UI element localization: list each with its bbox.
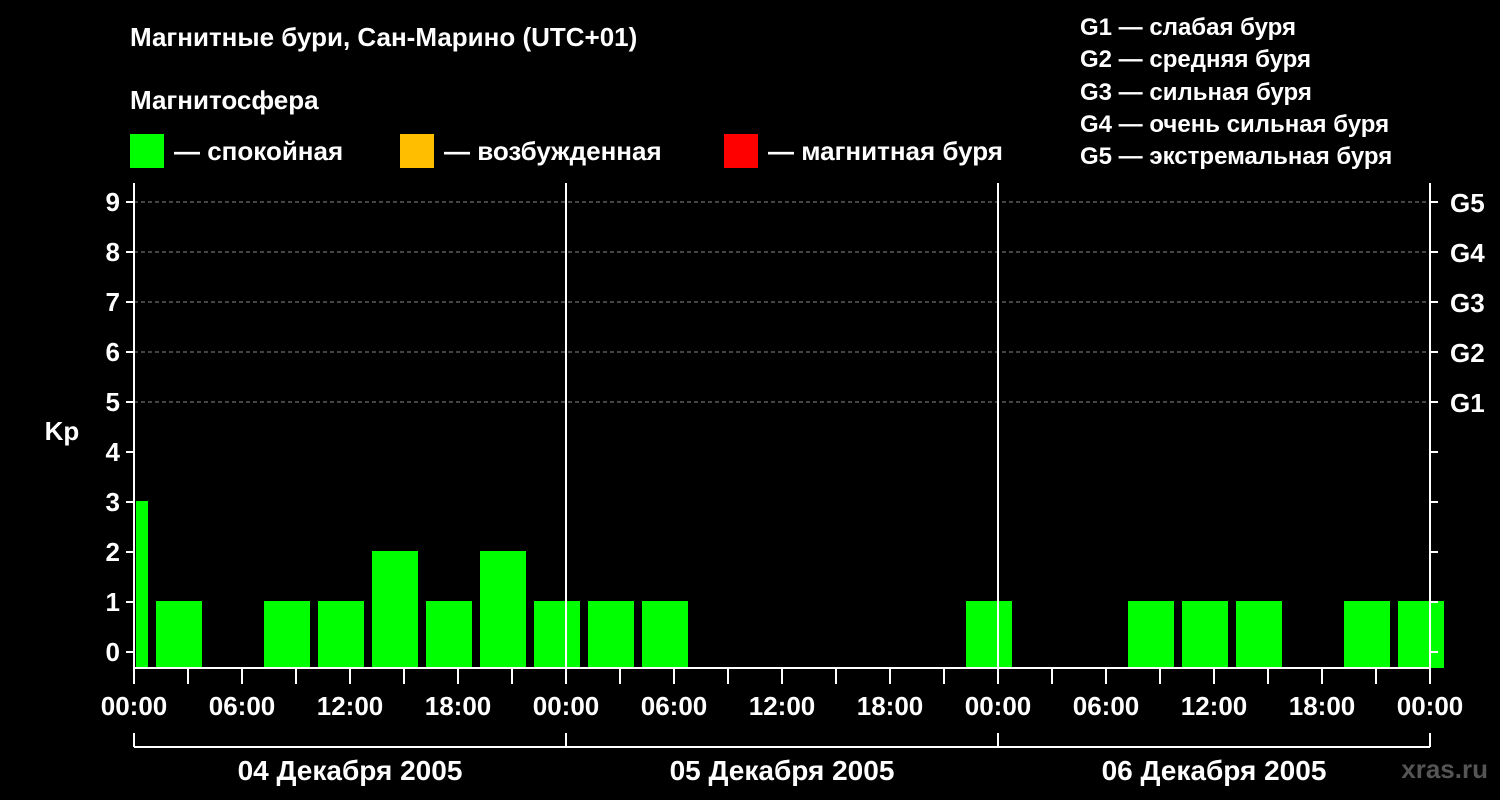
kp-bar [318,601,364,668]
storm-level-axis-label: G5 [1450,188,1485,218]
storm-level-axis-label: G4 [1450,238,1485,268]
y-tick-label: 7 [106,287,120,317]
x-tick-label: 06:00 [641,691,708,721]
x-tick-label: 12:00 [317,691,384,721]
x-tick-label: 12:00 [1181,691,1248,721]
y-tick-label: 5 [106,387,120,417]
y-tick-label: 8 [106,237,120,267]
kp-bar [1398,601,1444,668]
y-tick-label: 1 [106,587,120,617]
kp-bar [1128,601,1174,668]
kp-bar [426,601,472,668]
x-tick-label: 00:00 [533,691,600,721]
day-label: 04 Декабря 2005 [238,755,463,786]
kp-bar [156,601,202,668]
x-tick-label: 12:00 [749,691,816,721]
x-tick-label: 06:00 [209,691,276,721]
kp-bar [642,601,688,668]
watermark: xras.ru [1401,754,1488,784]
y-tick-label: 4 [106,437,121,467]
kp-chart: 0 1 2 3 4 5 6 7 8 9 G1 G2 G3 G4 G5 Kp 00:00 06:00 12:00 18:… [45,183,1485,786]
day-label: 05 Декабря 2005 [670,755,895,786]
kp-bar [966,601,1012,668]
y-axis-label: Kp [45,416,80,446]
day-label: 06 Декабря 2005 [1102,755,1327,786]
kp-bar [588,601,634,668]
storm-level-axis-label: G1 [1450,388,1485,418]
x-tick-label: 00:00 [101,691,168,721]
y-tick-label: 9 [106,187,120,217]
kp-bar [534,601,580,668]
y-tick-label: 3 [106,487,120,517]
kp-bar [1344,601,1390,668]
kp-bar [1236,601,1282,668]
y-tick-label: 0 [106,637,120,667]
x-tick-label: 18:00 [425,691,492,721]
y-tick-label: 6 [106,337,120,367]
x-tick-label: 06:00 [1073,691,1140,721]
kp-bar [136,501,148,668]
x-tick-label: 18:00 [857,691,924,721]
storm-level-axis-label: G3 [1450,288,1485,318]
kp-bar [372,551,418,668]
x-tick-label: 00:00 [965,691,1032,721]
x-tick-label: 18:00 [1289,691,1356,721]
storm-level-axis-label: G2 [1450,338,1485,368]
y-tick-label: 2 [106,537,120,567]
kp-bar [480,551,526,668]
kp-bar [264,601,310,668]
kp-bar [1182,601,1228,668]
x-tick-label: 00:00 [1397,691,1464,721]
